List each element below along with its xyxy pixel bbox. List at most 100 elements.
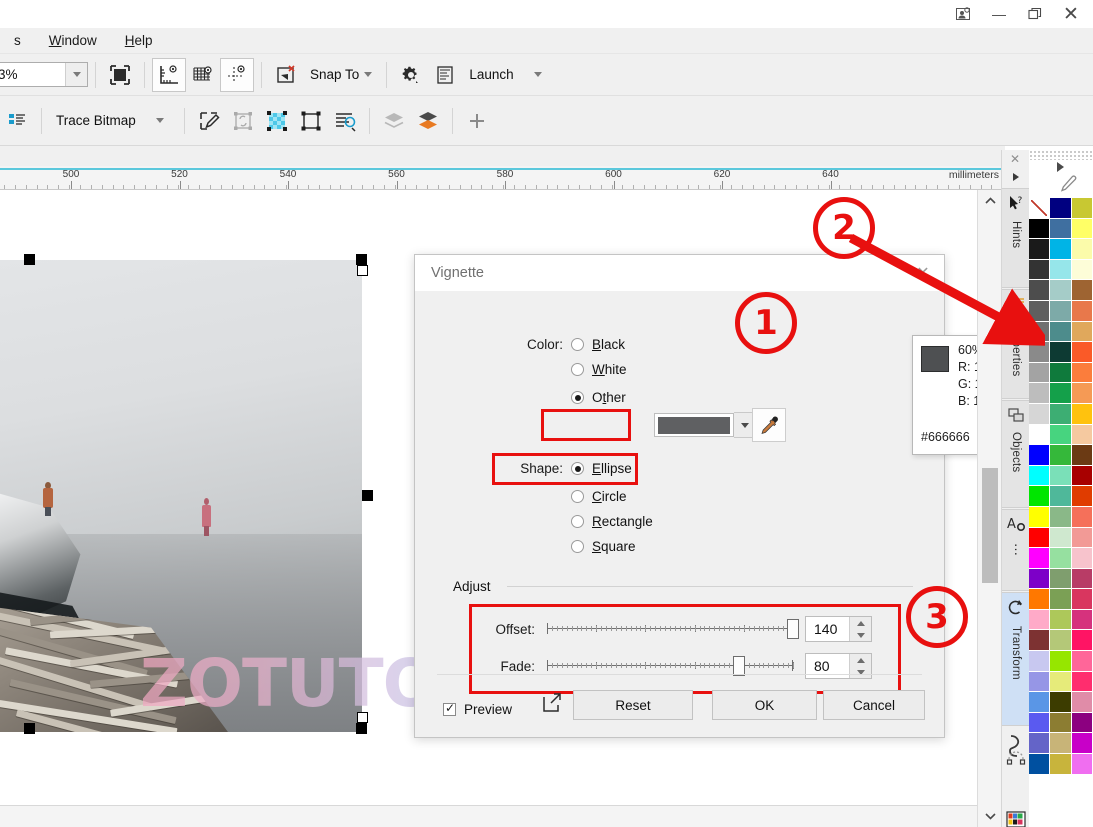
- palette-swatch[interactable]: [1050, 506, 1072, 528]
- palette-swatch[interactable]: [1071, 383, 1093, 404]
- palette-swatch[interactable]: [1050, 383, 1072, 404]
- palette-swatch[interactable]: [1050, 712, 1072, 734]
- docker-close-icon[interactable]: ✕: [1010, 152, 1020, 166]
- palette-swatch[interactable]: [1071, 527, 1093, 549]
- edit-bitmap-icon[interactable]: [192, 104, 226, 138]
- palette-swatch[interactable]: [1071, 321, 1093, 343]
- clear-transformations-icon[interactable]: [269, 58, 303, 92]
- show-grid-icon[interactable]: [186, 58, 220, 92]
- palette-swatch[interactable]: [1071, 733, 1093, 755]
- palette-swatch[interactable]: [1071, 198, 1093, 219]
- palette-swatch[interactable]: [1029, 733, 1051, 755]
- palette-swatch[interactable]: [1029, 424, 1051, 446]
- palette-swatch[interactable]: [1029, 548, 1051, 569]
- palette-swatch[interactable]: [1071, 403, 1093, 425]
- palette-swatch[interactable]: [1029, 589, 1051, 610]
- horizontal-ruler[interactable]: millimeters 500 520 540 560 580 600 620 640: [0, 169, 1005, 190]
- selection-handle-ne[interactable]: [357, 265, 368, 276]
- resample-icon[interactable]: [226, 104, 260, 138]
- selection-handle-se[interactable]: [357, 712, 368, 723]
- palette-swatch[interactable]: [1050, 527, 1072, 549]
- palette-swatch[interactable]: [1029, 692, 1051, 713]
- palette-swatch[interactable]: [1071, 280, 1093, 301]
- palette-swatch[interactable]: [1050, 218, 1072, 240]
- palette-swatch[interactable]: [1029, 198, 1051, 219]
- palette-swatch[interactable]: [1029, 506, 1051, 528]
- palette-swatch[interactable]: [1071, 486, 1093, 507]
- palette-swatch[interactable]: [1050, 754, 1072, 775]
- reset-button[interactable]: Reset: [573, 690, 693, 720]
- palette-swatch[interactable]: [1050, 321, 1072, 343]
- palette-swatch[interactable]: [1050, 259, 1072, 281]
- palette-swatch[interactable]: [1050, 424, 1072, 446]
- radio-shape-square[interactable]: [571, 540, 584, 553]
- palette-swatch[interactable]: [1071, 259, 1093, 281]
- trace-bitmap-dropdown-arrow[interactable]: [143, 104, 177, 138]
- palette-swatch[interactable]: [1050, 733, 1072, 755]
- launch-icon[interactable]: [428, 58, 462, 92]
- palette-swatch[interactable]: [1071, 671, 1093, 693]
- launch-dropdown-arrow[interactable]: [521, 58, 555, 92]
- ok-button[interactable]: OK: [712, 690, 817, 720]
- palette-swatch[interactable]: [1029, 362, 1051, 384]
- palette-swatch[interactable]: [1029, 486, 1051, 507]
- docker-tab-undo[interactable]: [1002, 727, 1030, 803]
- palette-swatch[interactable]: [1029, 403, 1051, 425]
- palette-swatch[interactable]: [1050, 589, 1072, 610]
- palette-swatch[interactable]: [1050, 630, 1072, 652]
- docker-tab-text[interactable]: A ⋯: [1002, 509, 1030, 591]
- palette-swatch[interactable]: [1050, 239, 1072, 260]
- palette-swatch[interactable]: [1029, 445, 1051, 466]
- snap-to-dropdown-arrow[interactable]: [364, 72, 373, 77]
- eyedropper-icon[interactable]: [752, 408, 786, 442]
- palette-swatch[interactable]: [1071, 589, 1093, 610]
- docker-tab-objects[interactable]: Objects: [1002, 400, 1030, 508]
- palette-swatch[interactable]: [1050, 609, 1072, 631]
- minimize-button[interactable]: —: [981, 1, 1017, 27]
- palette-swatch[interactable]: [1071, 609, 1093, 631]
- trace-bitmap-button[interactable]: Trace Bitmap: [49, 104, 143, 138]
- zoom-to-fit-icon[interactable]: [103, 58, 137, 92]
- palette-swatch[interactable]: [1071, 568, 1093, 590]
- docker-expand-icon[interactable]: [1012, 172, 1021, 185]
- menu-item-help[interactable]: Help: [111, 28, 167, 54]
- palette-swatch[interactable]: [1071, 218, 1093, 240]
- palette-swatch[interactable]: [1071, 362, 1093, 384]
- palette-swatch[interactable]: [1050, 403, 1072, 425]
- expand-preview-icon[interactable]: [541, 692, 563, 719]
- user-account-icon[interactable]: [945, 1, 981, 27]
- palette-swatch[interactable]: [1050, 445, 1072, 466]
- palette-swatch[interactable]: [1071, 424, 1093, 446]
- radio-color-white[interactable]: [571, 363, 584, 376]
- palette-swatch[interactable]: [1050, 300, 1072, 322]
- palette-swatch[interactable]: [1071, 342, 1093, 363]
- docker-tab-color-palette[interactable]: [1002, 805, 1030, 827]
- bitmap-mask-icon[interactable]: [260, 104, 294, 138]
- selection-handle-s[interactable]: [356, 723, 367, 734]
- palette-swatch[interactable]: [1050, 651, 1072, 672]
- bitmap-border-icon[interactable]: [294, 104, 328, 138]
- palette-scroll-arrow[interactable]: [1057, 162, 1064, 172]
- palette-swatch[interactable]: [1071, 465, 1093, 487]
- palette-swatch[interactable]: [1071, 692, 1093, 713]
- bitmap-object[interactable]: [0, 260, 362, 732]
- selection-handle-e[interactable]: [362, 490, 373, 501]
- palette-swatch[interactable]: [1050, 548, 1072, 569]
- layers-off-icon[interactable]: [377, 104, 411, 138]
- scrollbar-thumb[interactable]: [982, 468, 998, 583]
- close-button[interactable]: ✕: [1053, 1, 1089, 27]
- palette-swatch[interactable]: [1071, 712, 1093, 734]
- maximize-button[interactable]: [1017, 1, 1053, 27]
- zoom-dropdown-arrow[interactable]: [65, 63, 87, 86]
- zoom-level-combobox[interactable]: 3%: [0, 62, 88, 87]
- palette-swatch[interactable]: [1050, 486, 1072, 507]
- color-swatch-preview[interactable]: [654, 413, 734, 437]
- palette-swatch[interactable]: [1050, 280, 1072, 301]
- palette-swatch[interactable]: [1029, 527, 1051, 549]
- selection-handle-n[interactable]: [356, 254, 367, 265]
- palette-swatch[interactable]: [1029, 568, 1051, 590]
- snap-to-button[interactable]: Snap To: [303, 58, 379, 92]
- palette-swatch[interactable]: [1050, 671, 1072, 693]
- options-gear-icon[interactable]: [394, 58, 428, 92]
- show-guidelines-icon[interactable]: [220, 57, 254, 92]
